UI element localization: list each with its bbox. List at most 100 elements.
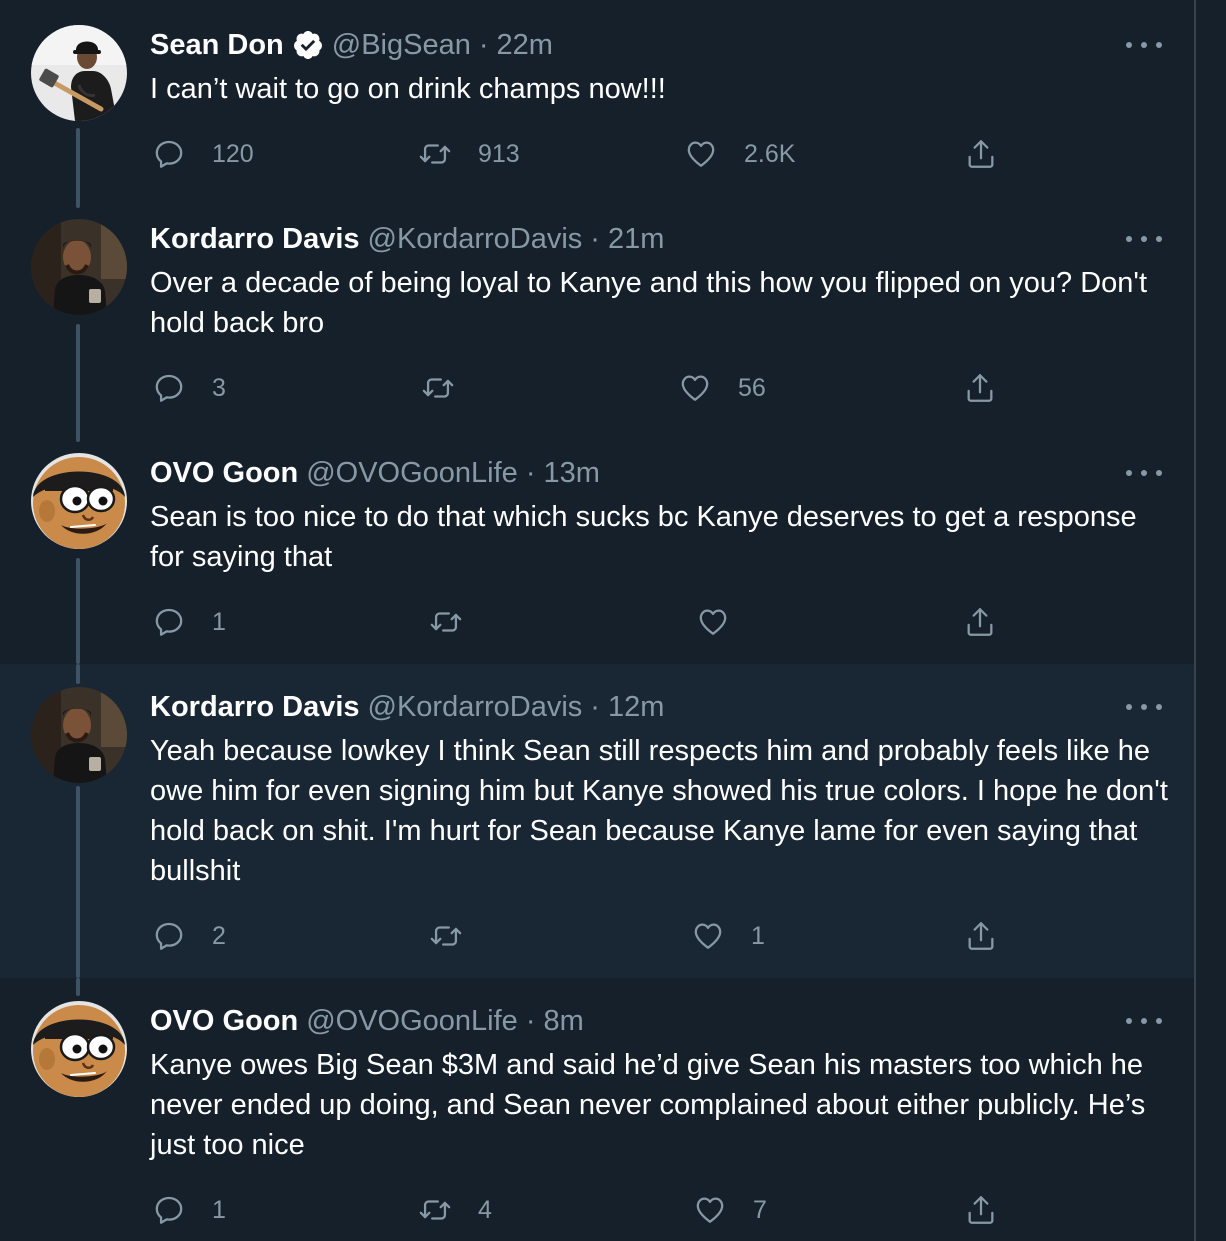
timestamp[interactable]: 8m (544, 1005, 584, 1038)
display-name[interactable]: OVO Goon (150, 457, 298, 490)
share-icon (964, 1193, 998, 1227)
tweet-actions: 120 913 2.6K (0, 134, 1194, 174)
share-icon (964, 137, 998, 171)
like-heart-icon (678, 371, 712, 405)
more-options-icon[interactable] (1126, 227, 1162, 251)
user-handle[interactable]: @OVOGoonLife (306, 457, 518, 490)
like-heart-icon (691, 919, 725, 953)
more-options-icon[interactable] (1126, 461, 1162, 485)
like-count: 7 (753, 1195, 767, 1224)
reply-icon (152, 605, 186, 639)
like-button[interactable]: 7 (693, 1190, 767, 1230)
reply-button[interactable]: 3 (152, 368, 226, 408)
tweet-header: Sean Don @BigSean · 22m (150, 25, 553, 65)
share-button[interactable] (964, 916, 998, 956)
separator: · (478, 28, 489, 61)
display-name[interactable]: Sean Don (150, 29, 284, 62)
retweet-icon (418, 137, 452, 171)
share-button[interactable] (964, 134, 998, 174)
timestamp[interactable]: 13m (544, 457, 600, 490)
like-heart-icon (684, 137, 718, 171)
separator: · (590, 222, 600, 255)
retweet-button[interactable]: 4 (418, 1190, 492, 1230)
reply-button[interactable]: 120 (152, 134, 254, 174)
display-name[interactable]: OVO Goon (150, 1005, 298, 1038)
verified-badge-icon (293, 31, 322, 59)
user-handle[interactable]: @KordarroDavis (368, 223, 583, 256)
tweet[interactable]: OVO Goon @OVOGoonLife · 13m Sean is too … (0, 442, 1194, 664)
tweet[interactable]: Sean Don @BigSean · 22m I can’t wait to … (0, 0, 1194, 208)
profile-photo-icon (31, 1001, 127, 1097)
tweet-header: Kordarro Davis @KordarroDavis · 21m (150, 219, 664, 259)
more-options-icon[interactable] (1126, 1009, 1162, 1033)
avatar[interactable] (31, 453, 127, 549)
display-name[interactable]: Kordarro Davis (150, 691, 360, 724)
timestamp[interactable]: 21m (608, 223, 664, 256)
tweet-header: Kordarro Davis @KordarroDavis · 12m (150, 687, 664, 727)
conversation-thread: Sean Don @BigSean · 22m I can’t wait to … (0, 0, 1226, 1241)
retweet-button[interactable]: 913 (418, 134, 520, 174)
like-button[interactable]: 56 (678, 368, 766, 408)
more-options-icon[interactable] (1126, 695, 1162, 719)
tweet[interactable]: OVO Goon @OVOGoonLife · 8m Kanye owes Bi… (0, 978, 1194, 1241)
tweet[interactable]: Kordarro Davis @KordarroDavis · 12m Yeah… (0, 664, 1194, 978)
reply-icon (152, 371, 186, 405)
tweet-header: OVO Goon @OVOGoonLife · 13m (150, 453, 600, 493)
like-heart-icon (693, 1193, 727, 1227)
share-button[interactable] (964, 1190, 998, 1230)
tweet[interactable]: Kordarro Davis @KordarroDavis · 21m Over… (0, 208, 1194, 442)
separator: · (525, 1004, 536, 1037)
reply-count: 1 (212, 607, 226, 636)
retweet-button[interactable] (429, 602, 489, 642)
user-handle[interactable]: @OVOGoonLife (306, 1005, 518, 1038)
reply-icon (152, 137, 186, 171)
avatar[interactable] (31, 25, 127, 121)
reply-button[interactable]: 1 (152, 1190, 226, 1230)
like-count: 56 (738, 373, 766, 402)
reply-button[interactable]: 2 (152, 916, 226, 956)
timestamp[interactable]: 22m (497, 29, 553, 62)
tweet-actions: 3 56 (0, 368, 1194, 408)
retweet-button[interactable] (429, 916, 489, 956)
user-handle[interactable]: @KordarroDavis (368, 691, 583, 724)
profile-photo-icon (31, 453, 127, 549)
like-count: 2.6K (744, 139, 796, 168)
like-button[interactable]: 2.6K (684, 134, 795, 174)
profile-photo-icon (31, 219, 127, 315)
share-button[interactable] (963, 368, 997, 408)
retweet-button[interactable] (421, 368, 481, 408)
thread-connector (76, 978, 80, 996)
share-icon (964, 919, 998, 953)
share-icon (963, 371, 997, 405)
like-button[interactable]: 1 (691, 916, 765, 956)
tweet-actions: 1 4 7 (0, 1190, 1194, 1230)
reply-icon (152, 919, 186, 953)
more-options-icon[interactable] (1126, 33, 1162, 57)
profile-photo-icon (31, 687, 127, 783)
reply-count: 3 (212, 373, 226, 402)
tweet-header: OVO Goon @OVOGoonLife · 8m (150, 1001, 584, 1041)
retweet-count: 4 (478, 1195, 492, 1224)
separator: · (525, 456, 536, 489)
column-border (1194, 0, 1196, 1241)
avatar[interactable] (31, 687, 127, 783)
avatar[interactable] (31, 219, 127, 315)
reply-button[interactable]: 1 (152, 602, 226, 642)
reply-count: 1 (212, 1195, 226, 1224)
retweet-count: 913 (478, 139, 520, 168)
retweet-icon (429, 605, 463, 639)
thread-connector (76, 664, 80, 684)
retweet-icon (418, 1193, 452, 1227)
avatar[interactable] (31, 1001, 127, 1097)
retweet-icon (429, 919, 463, 953)
like-count: 1 (751, 921, 765, 950)
share-button[interactable] (963, 602, 997, 642)
tweet-text: Kanye owes Big Sean $3M and said he’d gi… (150, 1049, 1146, 1161)
display-name[interactable]: Kordarro Davis (150, 223, 360, 256)
share-icon (963, 605, 997, 639)
retweet-icon (421, 371, 455, 405)
tweet-text: Over a decade of being loyal to Kanye an… (150, 267, 1148, 339)
like-button[interactable] (696, 602, 756, 642)
timestamp[interactable]: 12m (608, 691, 664, 724)
user-handle[interactable]: @BigSean (332, 29, 471, 62)
